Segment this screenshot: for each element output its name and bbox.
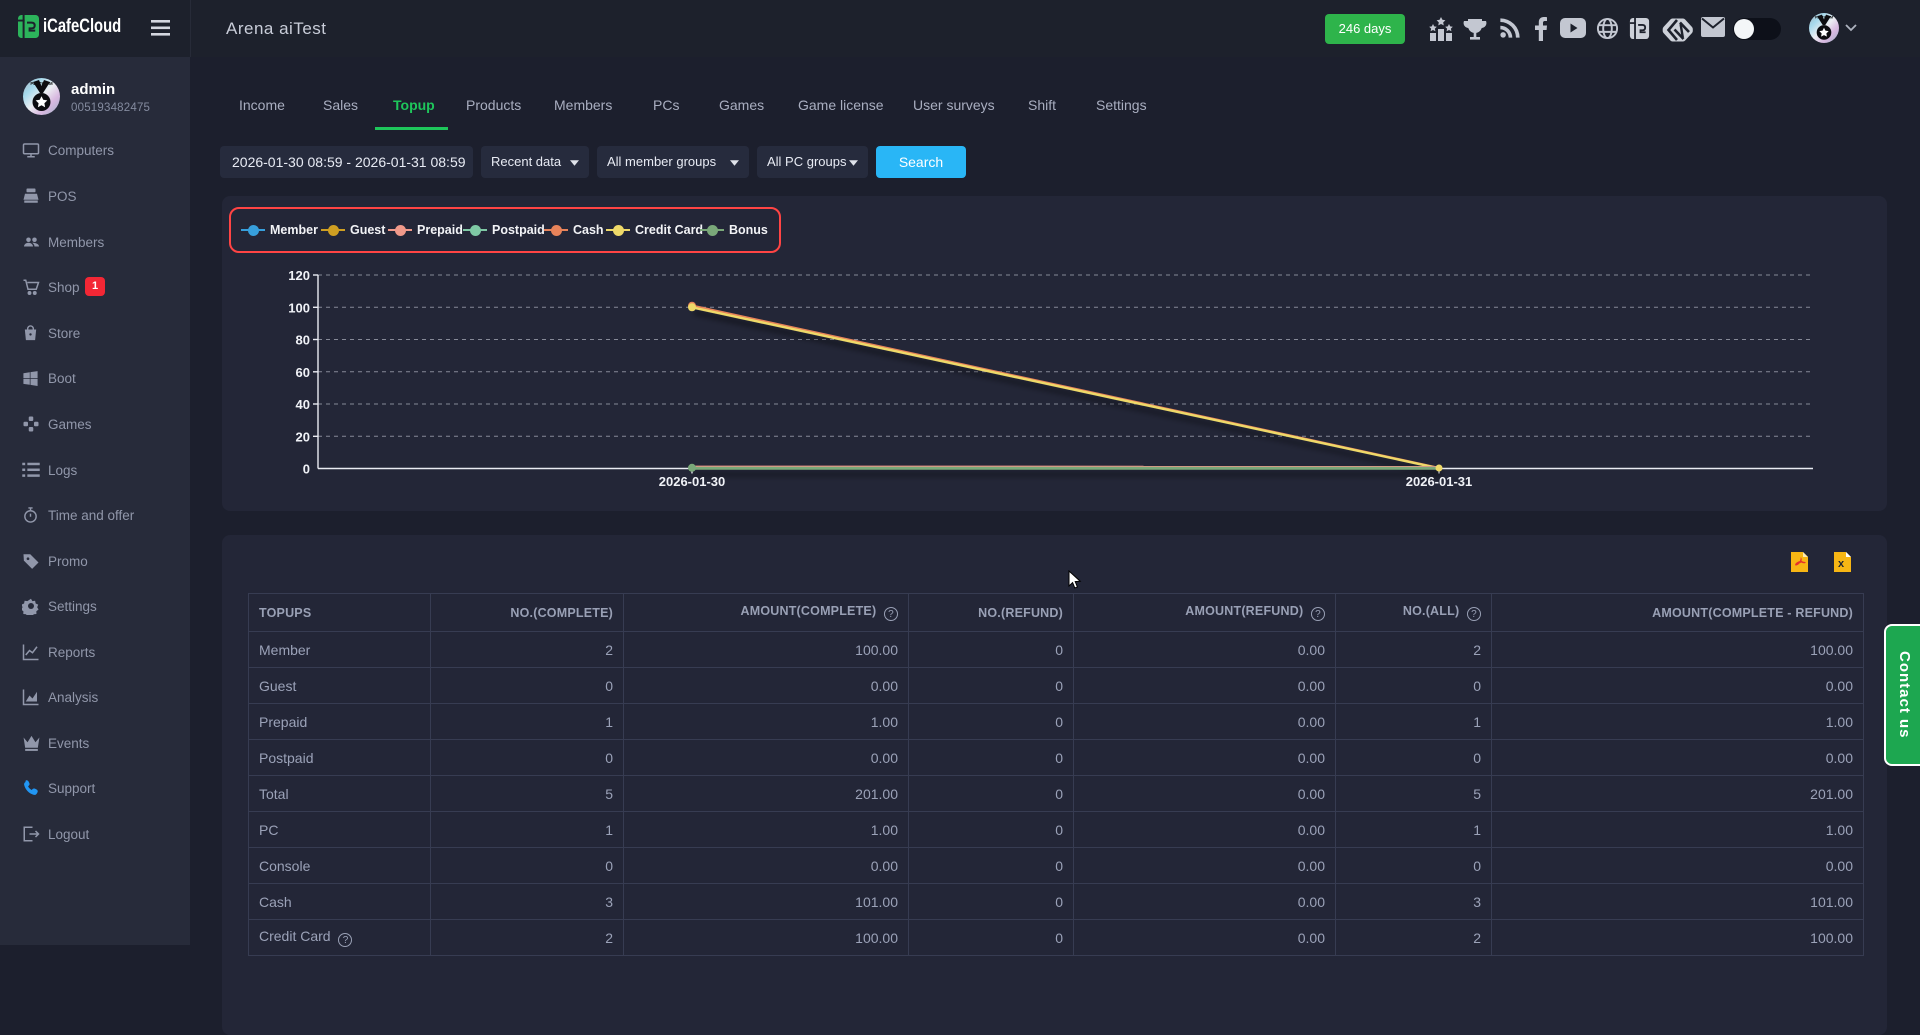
svg-text:20: 20	[296, 429, 310, 444]
svg-text:PLATINUM: PLATINUM	[30, 81, 53, 86]
svg-text:2026-01-30: 2026-01-30	[659, 474, 726, 489]
svg-text:x: x	[1838, 558, 1845, 570]
svg-text:60: 60	[296, 365, 310, 380]
svg-text:0: 0	[303, 462, 310, 477]
svg-text:120: 120	[288, 268, 310, 283]
svg-text:PLATINUM: PLATINUM	[1815, 16, 1833, 20]
svg-text:40: 40	[296, 397, 310, 412]
svg-text:100: 100	[288, 300, 310, 315]
svg-text:80: 80	[296, 333, 310, 348]
svg-text:2026-01-31: 2026-01-31	[1406, 474, 1473, 489]
